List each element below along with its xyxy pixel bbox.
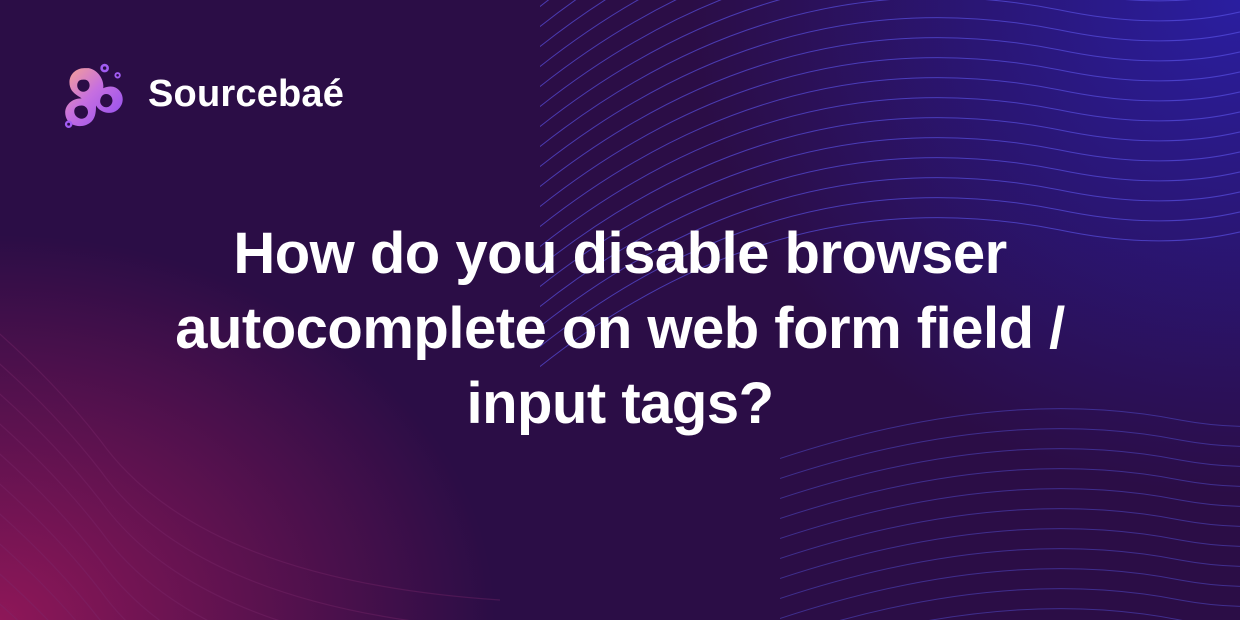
brand-name: Sourcebaé — [148, 73, 344, 116]
brand-logo: Sourcebaé — [60, 58, 344, 130]
promo-card: Sourcebaé How do you disable browser aut… — [0, 0, 1240, 620]
hero-title: How do you disable browser autocomplete … — [160, 216, 1080, 442]
brand-mark-icon — [60, 58, 132, 130]
